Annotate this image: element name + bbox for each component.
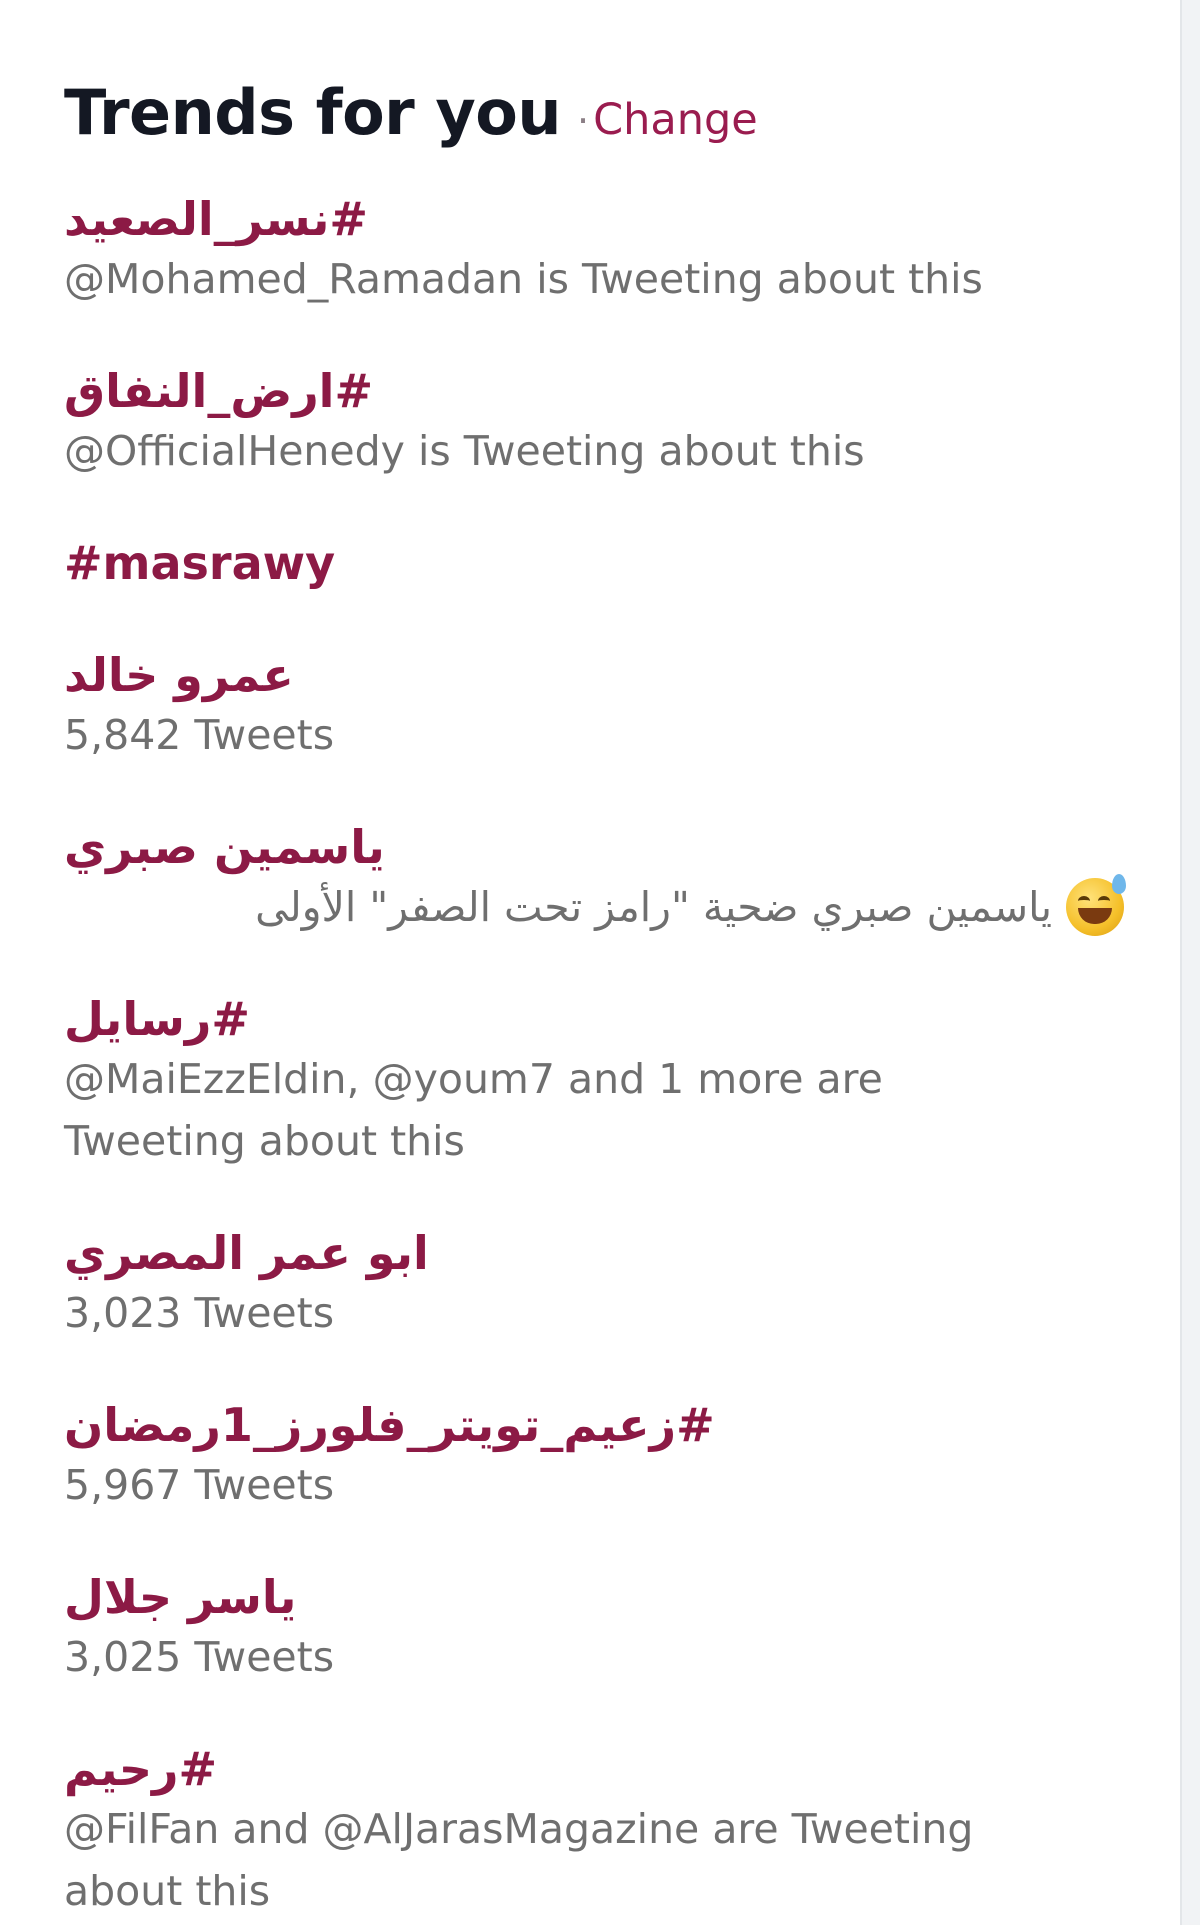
trend-item[interactable]: عمرو خالد 5,842 Tweets: [64, 646, 1124, 766]
trend-name[interactable]: ياسر جلال: [64, 1568, 1124, 1626]
trend-item[interactable]: #نسر_الصعيد @Mohamed_Ramadan is Tweeting…: [64, 190, 1124, 310]
grinning-sweat-emoji-icon: [1066, 874, 1126, 936]
trend-name[interactable]: #رسايل: [64, 990, 1124, 1048]
trend-meta: @FilFan and @AlJarasMagazine are Tweetin…: [64, 1805, 974, 1915]
trend-name[interactable]: عمرو خالد: [64, 646, 1124, 704]
trend-name[interactable]: #masrawy: [64, 534, 1124, 592]
trend-name[interactable]: ياسمين صبري: [64, 818, 1124, 876]
trends-title: Trends for you: [64, 76, 562, 149]
trend-name[interactable]: #ارض_النفاق: [64, 362, 1124, 420]
trend-meta: ياسمين صبري ضحية "رامز تحت الصفر" الأولى: [64, 874, 1126, 938]
trend-item[interactable]: ياسر جلال 3,025 Tweets: [64, 1568, 1124, 1688]
trend-meta: 3,025 Tweets: [64, 1633, 335, 1681]
trend-meta: @Mohamed_Ramadan is Tweeting about this: [64, 255, 983, 303]
trend-item[interactable]: #زعيم_تويتر_فلورز_1رمضان 5,967 Tweets: [64, 1396, 1124, 1516]
trend-meta: @MaiEzzEldin, @youm7 and 1 more are Twee…: [64, 1055, 883, 1165]
trend-name[interactable]: #رحيم: [64, 1740, 1124, 1798]
trend-item[interactable]: #ارض_النفاق @OfficialHenedy is Tweeting …: [64, 362, 1124, 482]
trends-header: Trends for you · Change: [64, 76, 758, 149]
trends-panel: Trends for you · Change #نسر_الصعيد @Moh…: [0, 0, 1182, 1925]
trend-item[interactable]: ياسمين صبري ياسمين صبري ضحية "رامز تحت ا…: [64, 818, 1126, 938]
trend-name[interactable]: #نسر_الصعيد: [64, 190, 1124, 248]
trend-item[interactable]: ابو عمر المصري 3,023 Tweets: [64, 1224, 1124, 1344]
trend-meta: 5,842 Tweets: [64, 711, 335, 759]
trend-item[interactable]: #masrawy: [64, 534, 1124, 592]
header-separator: ·: [577, 99, 590, 143]
trend-item[interactable]: #رسايل @MaiEzzEldin, @youm7 and 1 more a…: [64, 990, 1124, 1172]
trend-meta-text: ياسمين صبري ضحية "رامز تحت الصفر" الأولى: [255, 883, 1052, 931]
trend-meta: 3,023 Tweets: [64, 1289, 335, 1337]
trend-meta: 5,967 Tweets: [64, 1461, 335, 1509]
trend-meta: @OfficialHenedy is Tweeting about this: [64, 427, 865, 475]
change-link[interactable]: Change: [593, 95, 758, 145]
scrollbar-track[interactable]: [1180, 0, 1200, 1925]
trend-item[interactable]: #رحيم @FilFan and @AlJarasMagazine are T…: [64, 1740, 1124, 1922]
trend-name[interactable]: #زعيم_تويتر_فلورز_1رمضان: [64, 1396, 1124, 1454]
trend-name[interactable]: ابو عمر المصري: [64, 1224, 1124, 1282]
